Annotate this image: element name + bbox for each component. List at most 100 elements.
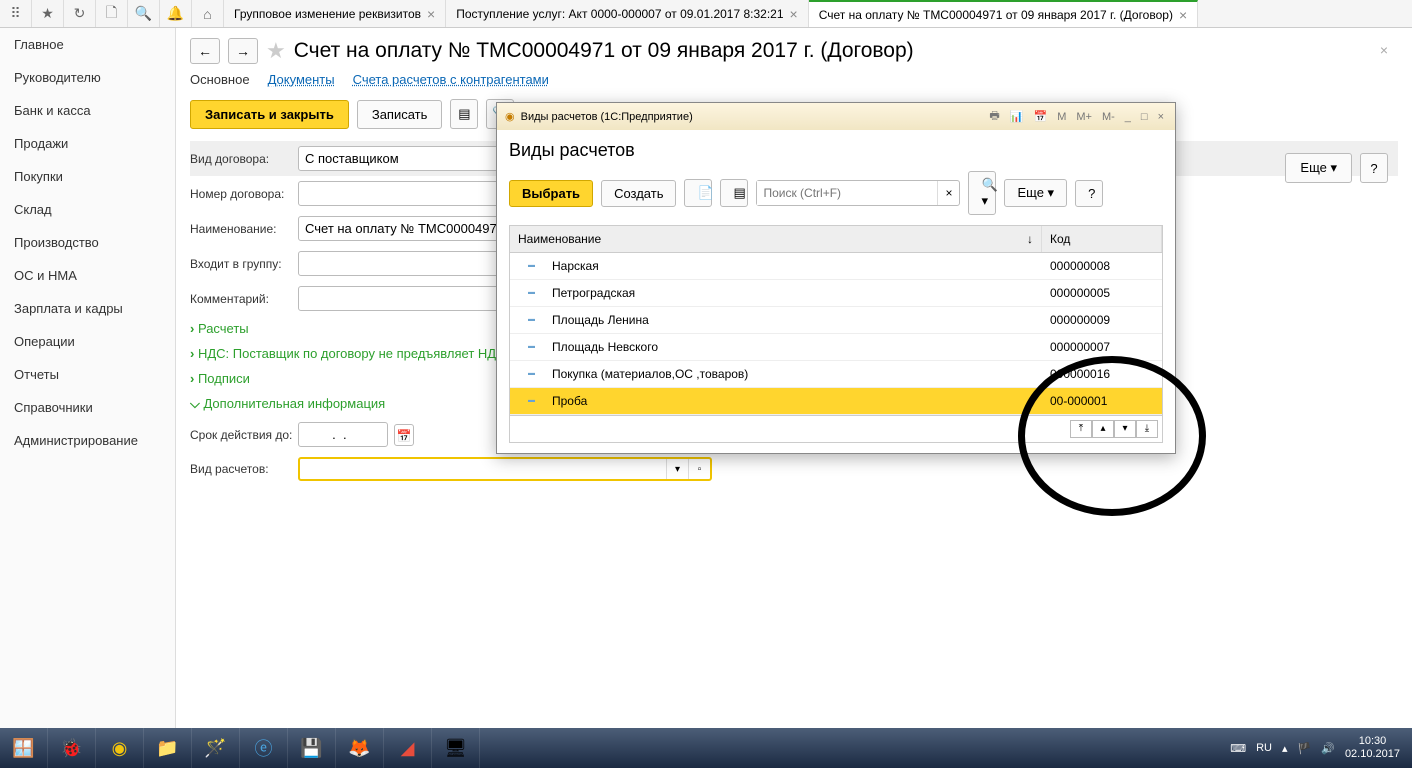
vid-dogovora-input[interactable]	[298, 146, 510, 171]
calendar-icon[interactable]: 📅	[394, 424, 414, 446]
select-button[interactable]: Выбрать	[509, 180, 593, 207]
bell-icon[interactable]: 🔔	[160, 0, 192, 27]
tb-app-4[interactable]: 🪄	[192, 728, 240, 768]
sort-icon: ↓	[1027, 232, 1033, 246]
tray-lang[interactable]: RU	[1256, 742, 1272, 754]
search-icon[interactable]: 🔍	[128, 0, 160, 27]
sidebar-item[interactable]: Банк и касса	[0, 94, 175, 127]
sidebar-item[interactable]: Главное	[0, 28, 175, 61]
help-button[interactable]: ?	[1360, 153, 1388, 183]
start-button[interactable]: 🪟	[0, 728, 48, 768]
m-button[interactable]: M	[1054, 111, 1069, 123]
sidebar-item[interactable]: Отчеты	[0, 358, 175, 391]
sidebar-item[interactable]: Продажи	[0, 127, 175, 160]
close-icon[interactable]: ×	[1155, 111, 1167, 123]
tray-up-icon[interactable]: ▴	[1282, 742, 1288, 755]
group-input[interactable]	[298, 251, 510, 276]
home-icon[interactable]: ⌂	[192, 0, 224, 27]
forward-button[interactable]: →	[228, 38, 258, 64]
close-icon[interactable]: ×	[790, 6, 798, 22]
tb-firefox[interactable]: 🦊	[336, 728, 384, 768]
up-icon[interactable]: ▴	[1092, 420, 1114, 438]
favorite-icon[interactable]: ★	[32, 0, 64, 27]
search-input[interactable]	[757, 181, 937, 205]
m-plus-button[interactable]: M+	[1073, 111, 1095, 123]
sidebar-item[interactable]: Операции	[0, 325, 175, 358]
tab-3[interactable]: Счет на оплату № ТМС00004971 от 09 январ…	[809, 0, 1198, 27]
subnav-docs[interactable]: Документы	[268, 72, 335, 87]
tb-ie[interactable]: ⓔ	[240, 728, 288, 768]
save-close-button[interactable]: Записать и закрыть	[190, 100, 349, 129]
table-row[interactable]: Нарская000000008	[510, 253, 1162, 280]
nomer-input[interactable]	[298, 181, 510, 206]
tb-save-icon[interactable]: 💾	[288, 728, 336, 768]
maximize-icon[interactable]: □	[1138, 111, 1151, 123]
clipboard-icon[interactable]: 🗋	[96, 0, 128, 27]
history-icon[interactable]: ↻	[64, 0, 96, 27]
app-icon: ◉	[505, 110, 515, 123]
table-row[interactable]: Площадь Ленина000000009	[510, 307, 1162, 334]
comment-label: Комментарий:	[190, 292, 298, 306]
tray-clock[interactable]: 10:30 02.10.2017	[1345, 735, 1400, 761]
sidebar-item[interactable]: Склад	[0, 193, 175, 226]
back-button[interactable]: ←	[190, 38, 220, 64]
tb-app-2[interactable]: ◉	[96, 728, 144, 768]
sidebar-item[interactable]: Зарплата и кадры	[0, 292, 175, 325]
minimize-icon[interactable]: _	[1122, 111, 1134, 123]
vid-dogovora-label: Вид договора:	[190, 152, 298, 166]
naim-input[interactable]	[298, 216, 510, 241]
tb-monitor[interactable]: 🖥	[432, 728, 480, 768]
first-icon[interactable]: ⤒	[1070, 420, 1092, 438]
sidebar-item[interactable]: Справочники	[0, 391, 175, 424]
find-button[interactable]: 🔍▾	[968, 171, 996, 215]
down-icon[interactable]: ▾	[1114, 420, 1136, 438]
tb-adobe[interactable]: ◢	[384, 728, 432, 768]
taskbar: 🪟 🐞 ◉ 📁 🪄 ⓔ 💾 🦊 ◢ 🖥 ⌨ RU ▴ 🏴 🔊 10:30 02.…	[0, 728, 1412, 768]
close-icon[interactable]: ×	[427, 6, 435, 22]
sidebar-item[interactable]: Производство	[0, 226, 175, 259]
open-dialog-icon[interactable]: ▫	[688, 459, 710, 479]
col-name[interactable]: Наименование↓	[510, 226, 1042, 252]
table-row[interactable]: Покупка (материалов,ОС ,товаров)00000001…	[510, 361, 1162, 388]
modal-title-text: Виды расчетов (1С:Предприятие)	[521, 111, 693, 123]
modal-more-button[interactable]: Еще ▾	[1004, 179, 1067, 207]
subnav-main[interactable]: Основное	[190, 72, 250, 87]
doc-icon[interactable]: ▤	[450, 99, 478, 129]
table-row[interactable]: Проба00-000001	[510, 388, 1162, 415]
tray-volume-icon[interactable]: 🔊	[1321, 742, 1335, 755]
tab-2[interactable]: Поступление услуг: Акт 0000-000007 от 09…	[446, 0, 809, 27]
tab-1[interactable]: Групповое изменение реквизитов×	[224, 0, 446, 27]
list-icon[interactable]: ▤	[720, 179, 748, 207]
subnav-counter[interactable]: Счета расчетов с контрагентами	[353, 72, 549, 87]
comment-input[interactable]	[298, 286, 510, 311]
more-button[interactable]: Еще ▾	[1285, 153, 1352, 183]
close-icon[interactable]: ×	[1179, 7, 1187, 23]
sidebar-item[interactable]: ОС и НМА	[0, 259, 175, 292]
save-button[interactable]: Записать	[357, 100, 443, 129]
tb-explorer[interactable]: 📁	[144, 728, 192, 768]
calendar-icon[interactable]: 📅	[1030, 110, 1050, 123]
clear-search-icon[interactable]: ×	[937, 181, 959, 205]
calc-icon[interactable]: 📊	[1007, 110, 1027, 123]
star-icon[interactable]: ★	[266, 38, 286, 64]
table-row[interactable]: Петроградская000000005	[510, 280, 1162, 307]
page-close-icon[interactable]: ×	[1380, 42, 1388, 58]
last-icon[interactable]: ⤓	[1136, 420, 1158, 438]
srok-input[interactable]	[298, 422, 388, 447]
sidebar-item[interactable]: Руководителю	[0, 61, 175, 94]
vid-rasch-input[interactable]: ▾ ▫	[298, 457, 712, 481]
sidebar-item[interactable]: Администрирование	[0, 424, 175, 457]
sidebar-item[interactable]: Покупки	[0, 160, 175, 193]
table-row[interactable]: Площадь Невского000000007	[510, 334, 1162, 361]
apps-icon[interactable]: ⠿	[0, 0, 32, 27]
print-icon[interactable]: 🖶	[986, 107, 1002, 126]
tray-keyboard-icon[interactable]: ⌨	[1230, 742, 1246, 755]
tb-app-1[interactable]: 🐞	[48, 728, 96, 768]
modal-help-button[interactable]: ?	[1075, 180, 1103, 207]
new-group-icon[interactable]: 📄	[684, 179, 712, 207]
create-button[interactable]: Создать	[601, 180, 676, 207]
m-minus-button[interactable]: M-	[1099, 111, 1118, 123]
tray-flag-icon[interactable]: 🏴	[1298, 742, 1312, 755]
dropdown-icon[interactable]: ▾	[666, 459, 688, 479]
col-code[interactable]: Код	[1042, 226, 1162, 252]
